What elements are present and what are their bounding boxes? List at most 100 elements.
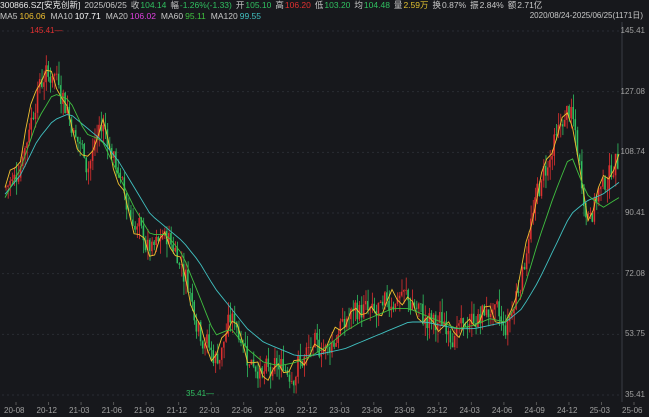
x-tick-label: 23-12	[426, 406, 448, 415]
y-tick-label: 53.75	[624, 329, 645, 339]
candle-body	[555, 134, 557, 136]
candle-body	[53, 73, 56, 76]
candle-body	[498, 301, 500, 317]
candle-body	[362, 304, 365, 318]
candle-body	[89, 160, 92, 169]
candle-body	[405, 289, 407, 291]
candle-body	[233, 313, 236, 323]
candle-body	[309, 347, 312, 348]
x-tick-label: 22-12	[296, 406, 318, 415]
candle-body	[496, 301, 498, 305]
candle-body	[297, 356, 299, 377]
candle-body	[606, 189, 608, 191]
candle-body	[32, 117, 35, 119]
candle-body	[379, 301, 382, 303]
candle-body	[210, 347, 212, 351]
candle-body	[589, 213, 591, 215]
candle-body	[360, 304, 363, 318]
candle-body	[36, 87, 39, 113]
x-tick-label: 24-09	[524, 406, 545, 415]
candle-body	[419, 303, 422, 305]
candle-body	[572, 106, 574, 120]
candle-body	[339, 321, 342, 335]
candle-body	[377, 302, 380, 315]
candle-body	[316, 332, 318, 340]
x-tick-label: 24-12	[556, 406, 578, 415]
candle-body	[364, 301, 367, 305]
candle-body	[403, 290, 405, 292]
candle-body	[148, 239, 151, 252]
candle-body	[223, 341, 225, 348]
candle-body	[472, 313, 475, 324]
y-tick-label: 35.41	[624, 390, 645, 399]
candle-body	[523, 266, 526, 270]
candle-body	[578, 154, 581, 162]
candle-body	[527, 239, 530, 254]
candle-body	[172, 244, 174, 252]
candle-body	[367, 301, 369, 311]
x-tick-label: 20-12	[36, 406, 57, 415]
candle-body	[263, 371, 265, 374]
candle-body	[250, 359, 253, 365]
candle-body	[208, 334, 210, 348]
candle-body	[220, 347, 223, 360]
candle-body	[551, 155, 553, 160]
candle-body	[570, 106, 572, 119]
candle-body	[288, 374, 291, 382]
candle-body	[174, 247, 176, 252]
high-marker: 145.41—	[30, 26, 63, 35]
candle-body	[400, 291, 403, 296]
candle-body	[55, 73, 58, 75]
candle-body	[381, 301, 384, 306]
candle-body	[417, 303, 420, 309]
candle-body	[195, 320, 198, 332]
candle-body	[398, 295, 401, 299]
candle-body	[333, 342, 335, 347]
y-tick-label: 72.08	[624, 268, 645, 278]
x-tick-label: 21-06	[101, 406, 123, 415]
candle-body	[216, 353, 219, 364]
candle-body	[290, 381, 293, 382]
candle-body	[462, 318, 464, 324]
candle-body	[341, 318, 344, 322]
candle-body	[102, 124, 104, 132]
candle-body	[383, 292, 386, 306]
candle-body	[295, 376, 297, 386]
candle-body	[407, 289, 409, 301]
candle-body	[248, 364, 250, 366]
candle-body	[337, 334, 339, 343]
candle-body	[521, 266, 524, 292]
kline-chart[interactable]	[0, 0, 649, 417]
candle-body	[388, 300, 390, 311]
candle-body	[45, 65, 47, 83]
x-tick-label: 24-06	[491, 406, 513, 415]
x-tick-label: 21-03	[69, 406, 90, 415]
candle-body	[136, 226, 138, 230]
candle-body	[612, 175, 615, 178]
candle-body	[43, 82, 45, 87]
candle-body	[604, 177, 606, 190]
candle-body	[30, 117, 32, 130]
x-tick-label: 25-06	[622, 406, 643, 415]
low-marker: 35.41—	[186, 389, 215, 398]
candle-body	[449, 330, 452, 343]
candle-body	[79, 141, 81, 144]
candle-body	[191, 292, 193, 302]
candle-body	[447, 330, 450, 335]
candle-body	[485, 309, 488, 316]
x-tick-label: 20-08	[4, 406, 25, 415]
candle-body	[441, 312, 443, 326]
candle-body	[57, 73, 60, 86]
candle-body	[343, 318, 346, 328]
candle-body	[28, 129, 30, 143]
x-tick-label: 23-03	[329, 406, 350, 415]
candle-body	[549, 159, 551, 168]
candle-body	[460, 318, 462, 324]
candle-body	[477, 314, 479, 328]
candle-body	[547, 167, 549, 176]
candle-body	[7, 185, 9, 187]
candle-body	[525, 253, 528, 270]
candle-body	[574, 119, 577, 131]
candle-body	[451, 342, 454, 348]
candle-body	[153, 241, 155, 245]
